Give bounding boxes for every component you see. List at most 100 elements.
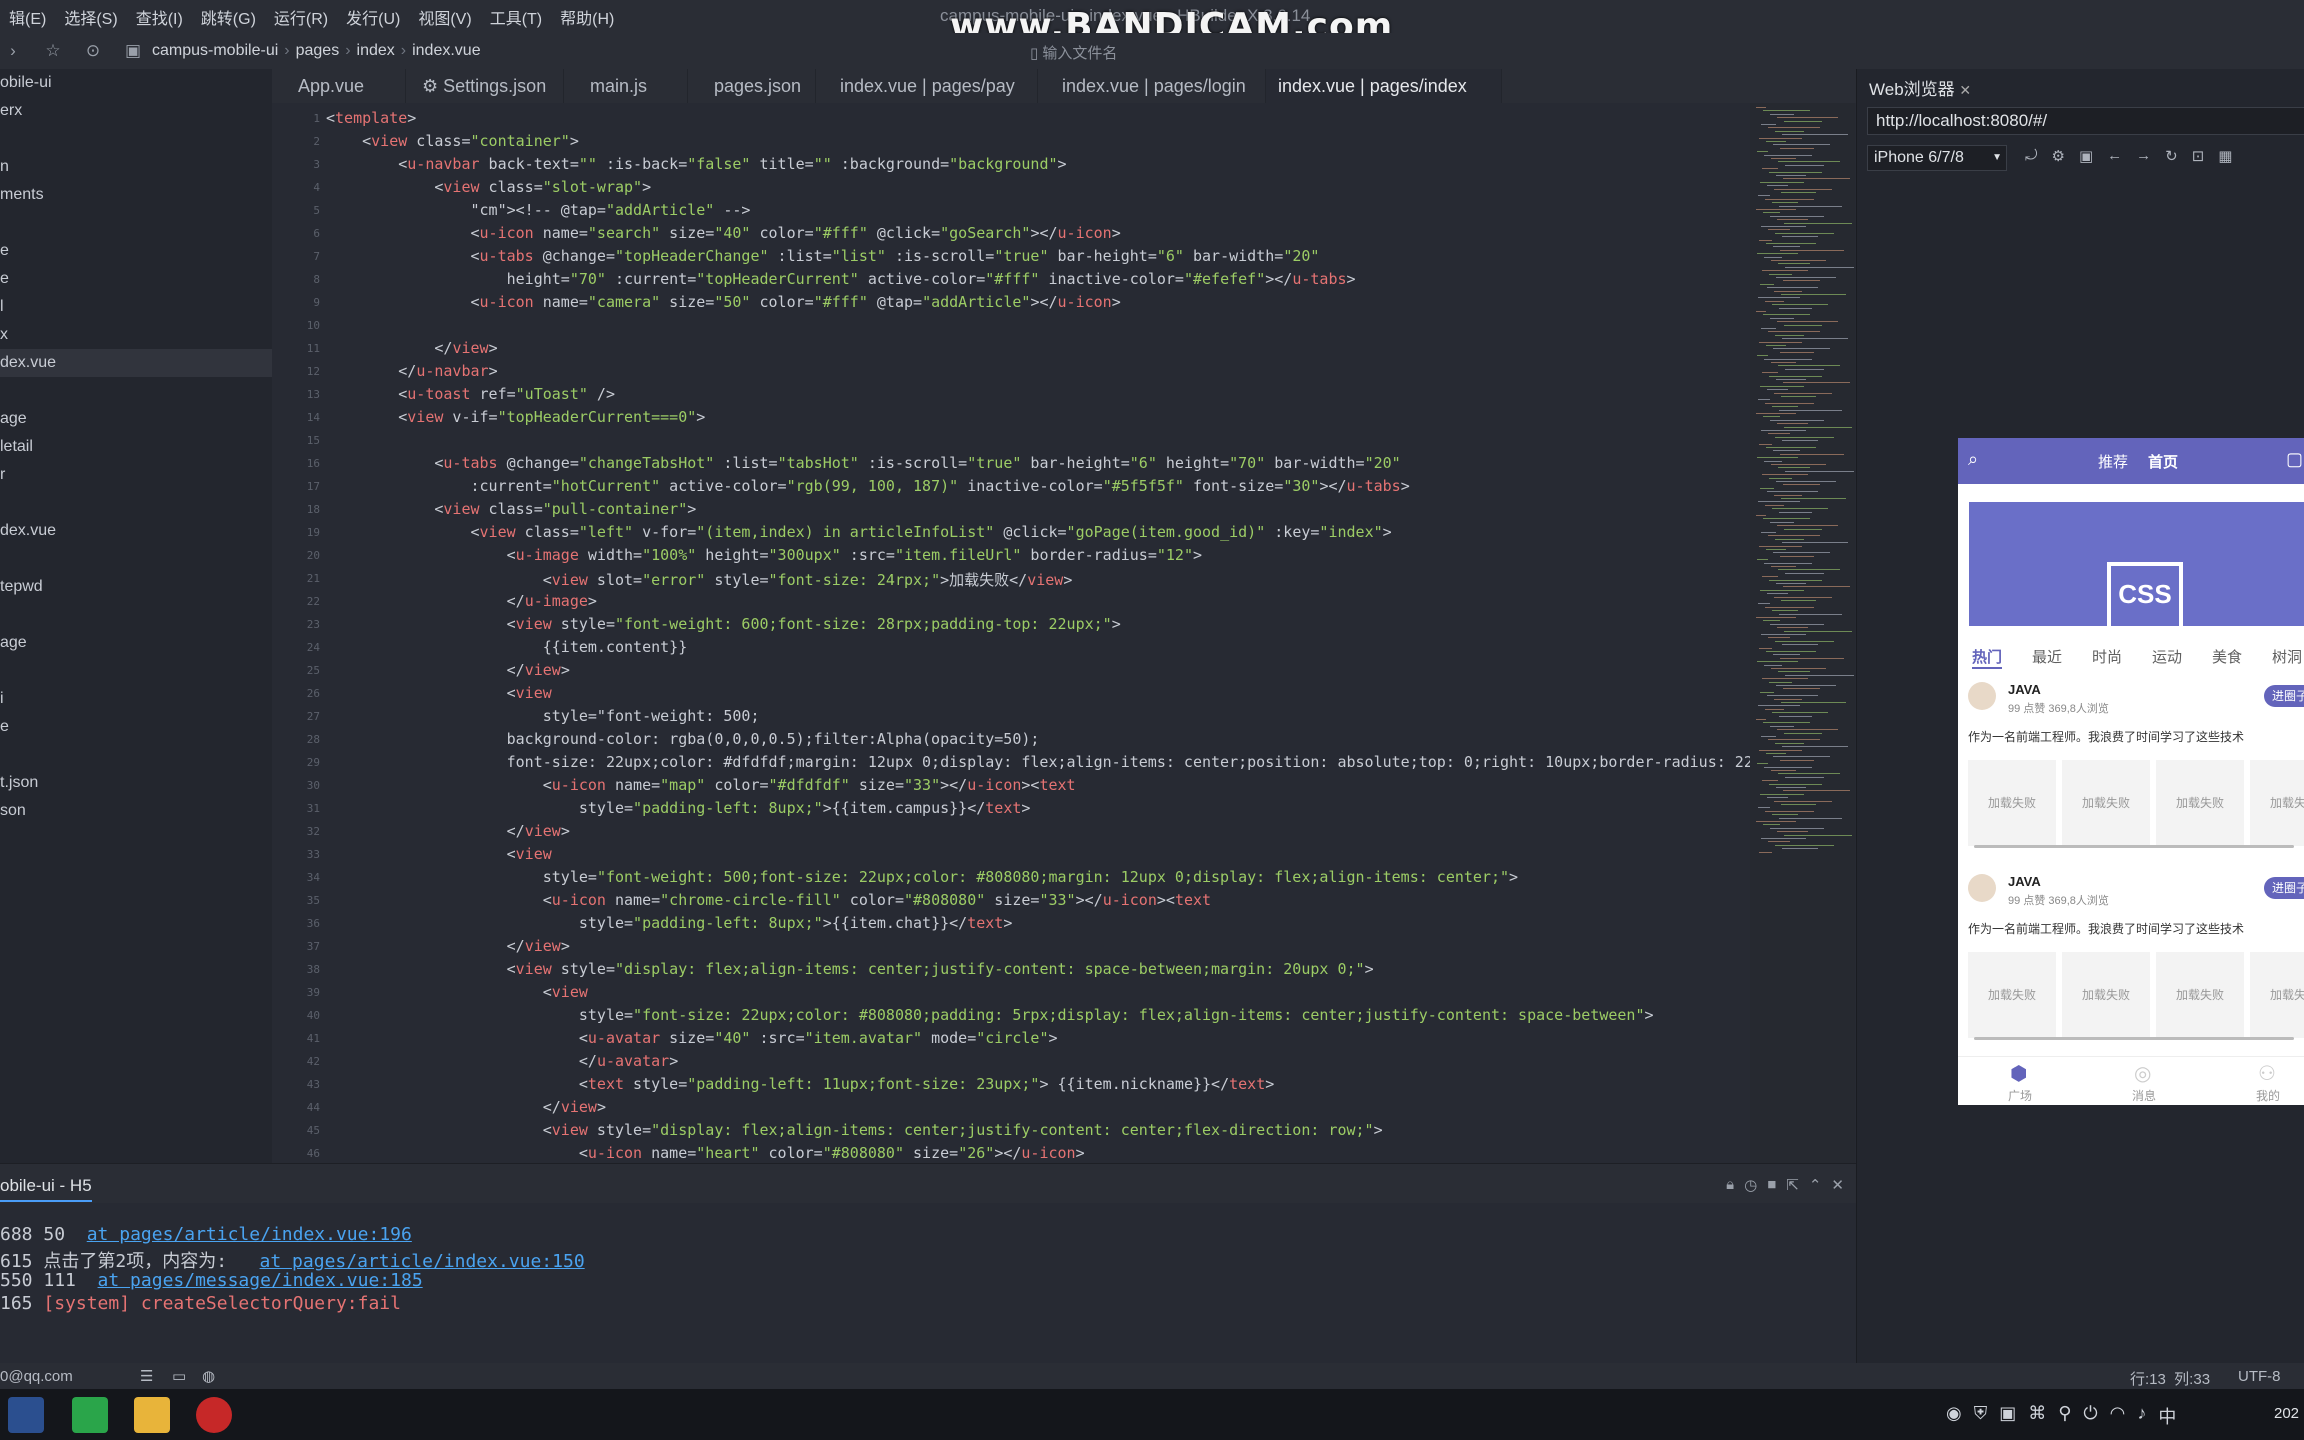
lock-icon[interactable]: 🔒︎ <box>1726 1176 1734 1194</box>
code-line[interactable]: <u-icon name="search" size="40" color="#… <box>326 224 1120 242</box>
sidebar-item-selected[interactable]: dex.vue <box>0 349 272 377</box>
code-line[interactable]: </view> <box>326 1098 606 1116</box>
code-line[interactable]: style="font-weight: 500; <box>326 707 760 725</box>
console-title[interactable]: obile-ui - H5 <box>0 1176 92 1202</box>
code-line[interactable]: style="font-weight: 500;font-size: 22upx… <box>326 868 1518 886</box>
sidebar-item[interactable] <box>0 377 272 405</box>
code-line[interactable]: <view <box>326 983 588 1001</box>
console-link[interactable]: at pages/message/index.vue:185 <box>98 1270 423 1291</box>
close-icon[interactable]: ✕ <box>1831 1176 1844 1194</box>
breadcrumb-index[interactable]: index <box>351 42 401 60</box>
code-line[interactable]: <view slot="error" style="font-size: 24r… <box>326 569 1073 590</box>
code-line[interactable]: <view class="pull-container"> <box>326 500 696 518</box>
wifi-icon[interactable]: ◠ <box>2110 1403 2126 1429</box>
post-image-placeholder[interactable]: 加载失败 <box>2156 952 2244 1038</box>
tab-index-login[interactable]: index.vue | pages/login <box>1038 69 1266 103</box>
camera-icon[interactable]: ▢ <box>2286 449 2303 470</box>
sidebar-item[interactable]: e <box>0 713 272 741</box>
code-line[interactable]: <u-icon name="heart" color="#808080" siz… <box>326 1144 1085 1162</box>
menu-view[interactable]: 视图(V) <box>409 5 480 29</box>
star-icon[interactable]: ☆ <box>40 41 66 61</box>
breadcrumb-project[interactable]: campus-mobile-ui <box>146 42 284 60</box>
code-line[interactable]: </view> <box>326 937 570 955</box>
run-icon[interactable]: ⊙ <box>80 41 106 61</box>
post-image-placeholder[interactable]: 加载失败 <box>1968 760 2056 846</box>
sidebar-item[interactable] <box>0 125 272 153</box>
record-icon[interactable]: ◉ <box>1946 1403 1962 1429</box>
console-link[interactable]: at pages/article/index.vue:150 <box>260 1251 585 1272</box>
url-input[interactable]: http://localhost:8080/#/ <box>1867 107 2304 135</box>
rotate-icon[interactable]: ⤾ <box>2025 147 2038 165</box>
code-line[interactable]: <view v-if="topHeaderCurrent===0"> <box>326 408 705 426</box>
code-line[interactable]: <view style="font-weight: 600;font-size:… <box>326 615 1121 633</box>
post-images-scrollbar[interactable] <box>1974 1037 2294 1040</box>
breadcrumb-file[interactable]: index.vue <box>406 42 487 60</box>
sidebar-item[interactable]: x <box>0 321 272 349</box>
screenshot-icon[interactable]: ▣ <box>2079 147 2093 165</box>
search-icon[interactable]: ⚲ <box>2058 1403 2071 1429</box>
hot-tab-sport[interactable]: 运动 <box>2152 646 2182 667</box>
encoding[interactable]: UTF-8 <box>2238 1368 2281 1385</box>
sidebar-item[interactable]: letail <box>0 433 272 461</box>
code-line[interactable]: <template> <box>326 109 416 127</box>
sidebar-item[interactable]: ments <box>0 181 272 209</box>
sidebar-item[interactable]: t.json <box>0 769 272 797</box>
code-line[interactable]: <u-avatar size="40" :src="item.avatar" m… <box>326 1029 1058 1047</box>
sidebar-item[interactable]: age <box>0 405 272 433</box>
account-label[interactable]: 0@qq.com <box>0 1368 73 1385</box>
sidebar-item[interactable] <box>0 741 272 769</box>
code-line[interactable]: <u-icon name="chrome-circle-fill" color=… <box>326 891 1211 909</box>
hot-tab-hot[interactable]: 热门 <box>1972 646 2003 669</box>
code-line[interactable]: <u-tabs @change="changeTabsHot" :list="t… <box>326 454 1400 472</box>
refresh-icon[interactable]: ↻ <box>2165 147 2178 165</box>
tab-app-vue[interactable]: App.vue <box>272 69 406 103</box>
browser-tab[interactable]: Web浏览器 ✕ <box>1869 75 1971 100</box>
forward-icon[interactable]: → <box>2136 147 2151 165</box>
menu-run[interactable]: 运行(R) <box>265 5 337 29</box>
code-line[interactable]: height="70" :current="topHeaderCurrent" … <box>326 270 1356 288</box>
sidebar-item[interactable] <box>0 489 272 517</box>
sidebar-item[interactable]: n <box>0 153 272 181</box>
code-line[interactable]: </u-image> <box>326 592 597 610</box>
cursor-position[interactable]: 行:13 列:33 <box>2130 1368 2210 1389</box>
clock[interactable]: 202 <box>2274 1405 2299 1422</box>
cube-icon[interactable]: ⬢ <box>2010 1061 2027 1086</box>
sidebar-item[interactable] <box>0 209 272 237</box>
sidebar-item[interactable] <box>0 657 272 685</box>
code-line[interactable]: <view <box>326 845 552 863</box>
code-line[interactable]: <u-toast ref="uToast" /> <box>326 385 615 403</box>
code-line[interactable]: <view class="container"> <box>326 132 579 150</box>
tabbar-square[interactable]: 广场 <box>2008 1087 2032 1104</box>
code-line[interactable]: <view class="slot-wrap"> <box>326 178 651 196</box>
code-line[interactable]: </u-navbar> <box>326 362 497 380</box>
settings-icon[interactable]: ⚙ <box>2052 147 2065 165</box>
shield-icon[interactable]: ⛨ <box>1974 1403 1988 1429</box>
device-select[interactable]: iPhone 6/7/8 ▼ <box>1867 145 2007 171</box>
code-line[interactable]: </view> <box>326 661 570 679</box>
clock-icon[interactable]: ◷ <box>1744 1176 1757 1194</box>
tabbar-message[interactable]: 消息 <box>2132 1087 2156 1104</box>
forward-icon[interactable]: › <box>0 41 26 61</box>
code-line[interactable]: </view> <box>326 339 497 357</box>
menu-goto[interactable]: 跳转(G) <box>192 5 265 29</box>
code-line[interactable]: <view <box>326 684 552 702</box>
menu-publish[interactable]: 发行(U) <box>337 5 409 29</box>
terminal-icon[interactable]: ▭ <box>172 1367 186 1385</box>
tab-pages-json[interactable]: pages.json <box>688 69 816 103</box>
back-icon[interactable]: ← <box>2107 147 2122 165</box>
console-link[interactable]: at pages/article/index.vue:196 <box>87 1224 412 1245</box>
code-line[interactable]: style="font-size: 22upx;color: #808080;p… <box>326 1006 1654 1024</box>
sidebar-item[interactable]: i <box>0 685 272 713</box>
qrcode-icon[interactable]: ▦ <box>2218 147 2232 165</box>
menu-find[interactable]: 查找(I) <box>127 5 192 29</box>
code-line[interactable]: <view class="left" v-for="(item,index) i… <box>326 523 1391 541</box>
bandicam-icon[interactable] <box>196 1397 232 1433</box>
sidebar-item[interactable]: l <box>0 293 272 321</box>
close-icon[interactable]: ✕ <box>1959 82 1971 98</box>
file-search-input[interactable]: ▯ 输入文件名 <box>1030 42 1117 63</box>
sidebar-item[interactable]: son <box>0 797 272 825</box>
tab-index-pay[interactable]: index.vue | pages/pay <box>816 69 1038 103</box>
nav-tab-home[interactable]: 首页 <box>2148 451 2178 472</box>
sidebar-item[interactable]: e <box>0 237 272 265</box>
sidebar-item[interactable]: obile-ui <box>0 69 272 97</box>
